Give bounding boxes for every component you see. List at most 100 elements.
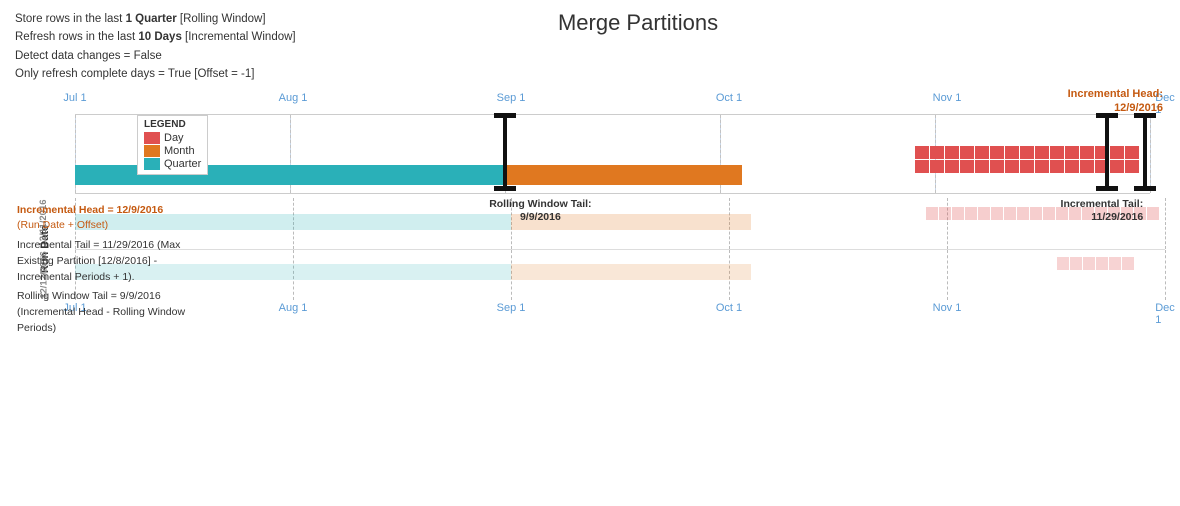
bot-axis-dec: Dec 1 [1155, 302, 1175, 326]
tick-row1-100 [1165, 198, 1166, 249]
day-box [915, 160, 929, 173]
day-box-faded2 [1070, 257, 1082, 270]
day-box [960, 146, 974, 159]
month-swatch [144, 145, 160, 157]
rwt-label: Rolling Window Tail: [489, 198, 591, 212]
exp-line8: Periods) [17, 321, 247, 337]
row2-day-boxes [1056, 256, 1165, 292]
rolling-window-tail-annotation: Rolling Window Tail: 9/9/2016 [489, 198, 591, 225]
day-box [930, 146, 944, 159]
tick-row2-100 [1165, 250, 1166, 300]
day-box-faded [1004, 207, 1016, 220]
ibeam-sep-bot [494, 186, 516, 191]
ibeam-dec2-top [1134, 113, 1156, 118]
tick-dec [1150, 115, 1151, 193]
legend-month: Month [144, 145, 201, 157]
exp-run-date: (Run Date + Offset) [17, 219, 108, 231]
exp-line6: Rolling Window Tail = 9/9/2016 [17, 289, 247, 305]
day-box [1035, 160, 1049, 173]
day-box [945, 146, 959, 159]
incremental-head-annotation: Incremental Head: 12/9/2016 [1068, 87, 1163, 116]
month-bar [505, 165, 742, 185]
exp-line2: (Run Date + Offset) [17, 218, 247, 234]
day-swatch [144, 132, 160, 144]
day-box [915, 146, 929, 159]
legend-quarter-label: Quarter [164, 158, 201, 170]
inc-head-label: Incremental Head: [1068, 87, 1163, 101]
day-box [990, 160, 1004, 173]
bot-axis-nov: Nov 1 [933, 302, 962, 314]
day-box [1035, 146, 1049, 159]
run-date-section: Run Date Incremental Head = 12/9/2016 (R… [15, 198, 1165, 300]
rolling-window-value: 1 Quarter [126, 13, 177, 25]
day-box [990, 146, 1004, 159]
day-box [1020, 160, 1034, 173]
info-line4: Only refresh complete days = True [Offse… [15, 65, 1165, 83]
day-box [1005, 160, 1019, 173]
day-box [1005, 146, 1019, 159]
day-box [1050, 146, 1064, 159]
exp-line5: Incremental Periods + 1). [17, 270, 247, 286]
ibeam-sep-vert [503, 113, 507, 191]
day-box [975, 146, 989, 159]
day-box-faded [1043, 207, 1055, 220]
exp-line3: Incremental Tail = 11/29/2016 (Max [17, 238, 247, 254]
day-box-faded [1147, 207, 1159, 220]
day-box [1110, 146, 1124, 159]
ibeam-dec-top [1096, 113, 1118, 118]
legend-title: LEGEND [144, 119, 201, 130]
legend-month-label: Month [164, 145, 195, 157]
axis-label-oct: Oct 1 [716, 92, 742, 104]
day-box [1125, 160, 1139, 173]
incremental-tail-annotation: Incremental Tail: 11/29/2016 [1061, 198, 1144, 225]
day-box-faded [952, 207, 964, 220]
page-title: Merge Partitions [558, 10, 718, 36]
bot-axis-aug: Aug 1 [279, 302, 308, 314]
axis-label-jul: Jul 1 [63, 92, 86, 104]
axis-label-sep: Sep 1 [497, 92, 526, 104]
bot-axis-oct: Oct 1 [716, 302, 742, 314]
day-box-faded [926, 207, 938, 220]
day-box [960, 160, 974, 173]
day-box [1065, 146, 1079, 159]
run-date-rows-wrapper: Incremental Head = 12/9/2016 (Run Date +… [75, 198, 1165, 300]
info-line3: Detect data changes = False [15, 47, 1165, 65]
day-box [1125, 146, 1139, 159]
incremental-window-value: 10 Days [138, 31, 181, 43]
day-box [1080, 160, 1094, 173]
ibeam-dec-vert [1105, 113, 1109, 191]
rwt-date: 9/9/2016 [489, 211, 591, 225]
day-box-faded2 [1083, 257, 1095, 270]
legend: LEGEND Day Month Quarter [137, 115, 208, 175]
day-box-faded2 [1096, 257, 1108, 270]
day-box [1050, 160, 1064, 173]
bot-axis-sep: Sep 1 [497, 302, 526, 314]
day-box-faded [939, 207, 951, 220]
axis-top: Jul 1 Aug 1 Sep 1 Oct 1 Nov 1 Dec 1 [75, 92, 1165, 114]
legend-quarter: Quarter [144, 158, 201, 170]
day-box [1080, 146, 1094, 159]
day-box-faded [978, 207, 990, 220]
explanation-text: Incremental Head = 12/9/2016 (Run Date +… [17, 203, 247, 337]
day-box [930, 160, 944, 173]
tick-row2-80 [947, 250, 948, 300]
day-box-faded2 [1109, 257, 1121, 270]
legend-day-label: Day [164, 132, 184, 144]
gantt-section: LEGEND Day Month Quarter [75, 114, 1150, 194]
day-box-faded [1017, 207, 1029, 220]
quarter-swatch [144, 158, 160, 170]
ibeam-sep-top [494, 113, 516, 118]
ibeam-dec2-bot [1134, 186, 1156, 191]
exp-line1: Incremental Head = 12/9/2016 [17, 203, 247, 219]
day-box-faded2 [1057, 257, 1069, 270]
ibeam-dec2-vert [1143, 113, 1147, 191]
chart-area: Jul 1 Aug 1 Sep 1 Oct 1 Nov 1 Dec 1 LEGE… [15, 92, 1165, 322]
row2-month-bar [511, 264, 751, 280]
day-box [1110, 160, 1124, 173]
day-box [975, 160, 989, 173]
day-box-faded [1030, 207, 1042, 220]
ibeam-dec-bot [1096, 186, 1118, 191]
axis-label-nov: Nov 1 [933, 92, 962, 104]
day-box [945, 160, 959, 173]
exp-line7: (Incremental Head - Rolling Window [17, 305, 247, 321]
